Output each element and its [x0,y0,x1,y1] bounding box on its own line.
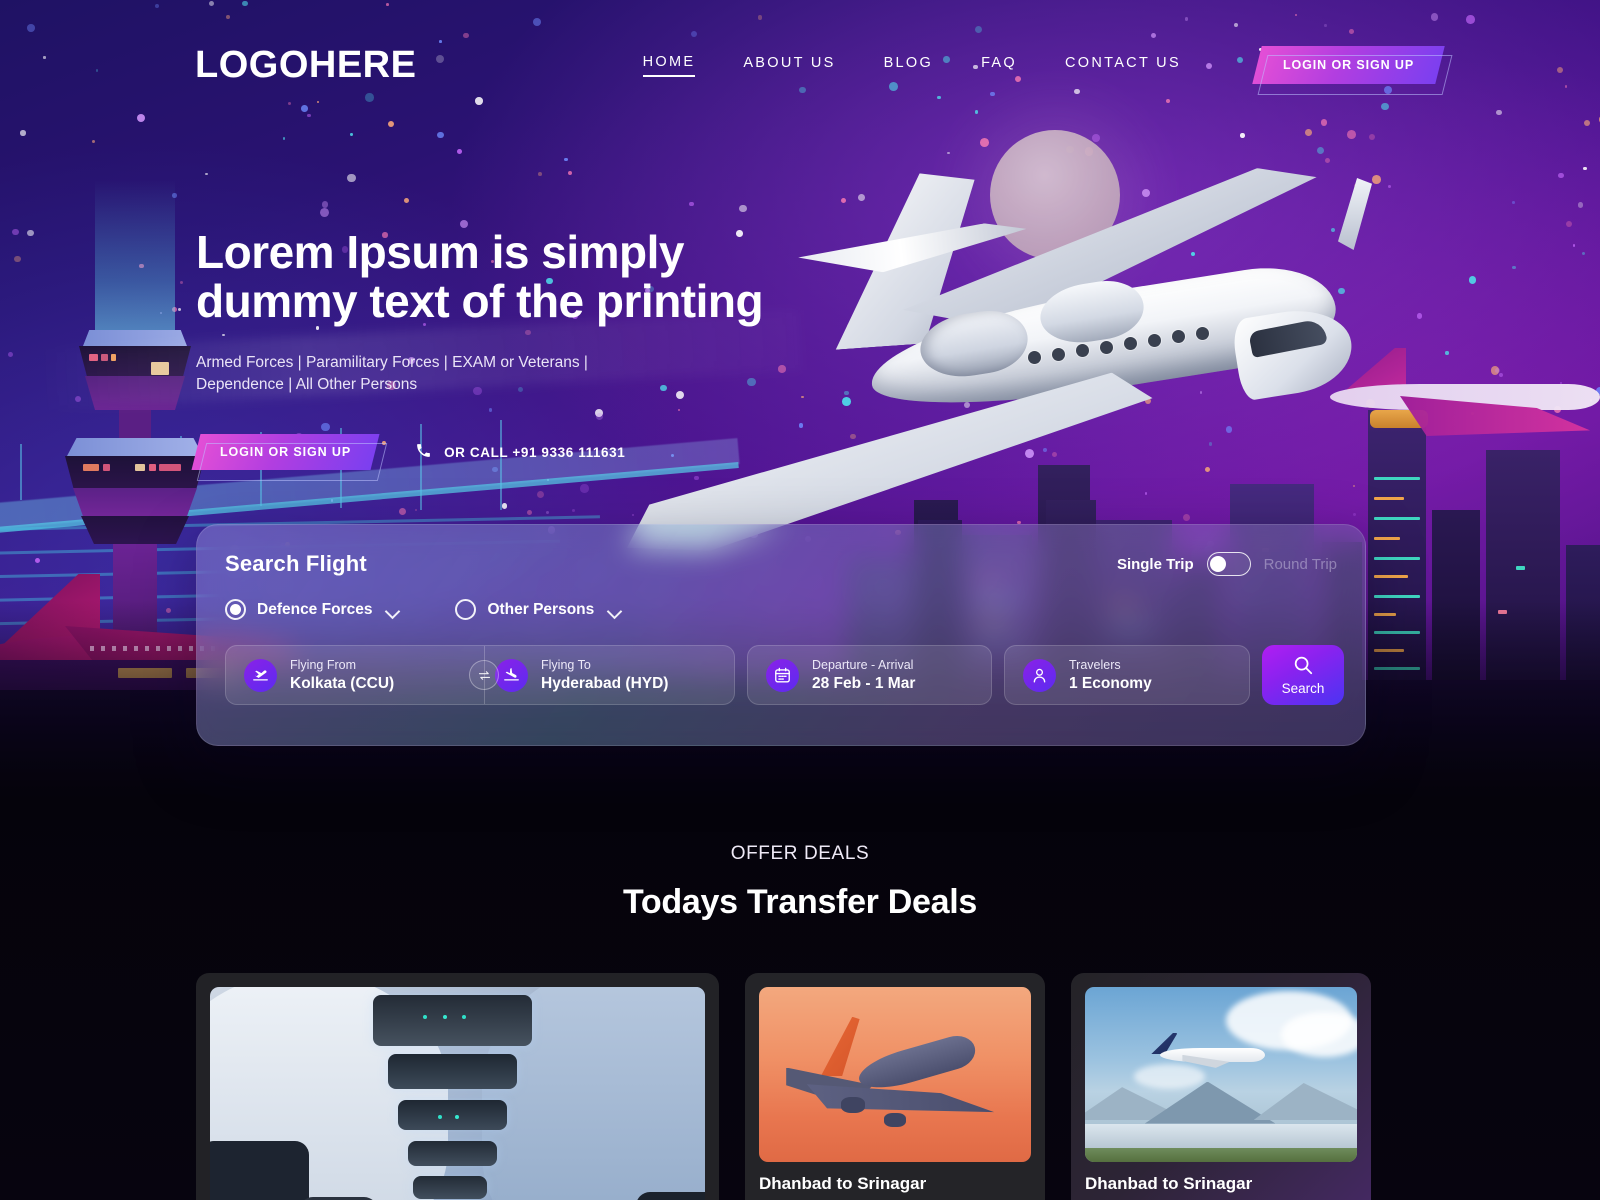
search-flight-panel: Search Flight Single Trip Round Trip Def… [196,524,1366,746]
nav-login-signup-button[interactable]: LOGIN OR SIGN UP [1252,46,1445,84]
search-icon [1292,654,1314,679]
nav-item-blog[interactable]: BLOG [884,55,934,76]
hero-subtext-line-1: Armed Forces | Paramilitary Forces | EXA… [196,353,588,371]
travelers-field[interactable]: Travelers 1 Economy [1004,645,1250,705]
deals-title: Todays Transfer Deals [622,883,977,921]
radio-other-persons[interactable]: Other Persons [455,599,621,620]
nav-item-about-us[interactable]: ABOUT US [743,55,835,76]
radio-other-persons-label: Other Persons [487,600,595,618]
nav-item-contact-us[interactable]: CONTACT US [1065,55,1181,76]
plane-takeoff-icon [244,658,277,692]
hero-subtext-line-2: Dependence | All Other Persons [196,375,418,393]
flying-to-text: Flying To Hyderabad (HYD) [541,658,668,693]
search-panel-header: Search Flight Single Trip Round Trip [225,551,1337,577]
travelers-value: 1 Economy [1069,674,1152,692]
flying-to-field[interactable]: Flying To Hyderabad (HYD) [477,647,734,704]
flying-from-value: Kolkata (CCU) [290,674,395,692]
nav-item-home[interactable]: HOME [642,54,696,77]
nav-login-signup-label: LOGIN OR SIGN UP [1282,58,1414,72]
passenger-type-radios: Defence Forces Other Persons [225,599,1337,620]
flying-to-label: Flying To [541,657,591,672]
radio-defence-forces[interactable]: Defence Forces [225,599,399,620]
flying-from-text: Flying From Kolkata (CCU) [290,658,394,693]
departure-arrival-field[interactable]: Departure - Arrival 28 Feb - 1 Mar [747,645,992,705]
trip-type-toggle[interactable]: Single Trip Round Trip [1117,552,1337,576]
airport-plane [1145,1032,1270,1072]
deal-cards-row: Dhanbad to Srinagar Dhanbad to Srinagar [196,973,1371,1200]
deal-card[interactable] [196,973,719,1200]
hero-subtext: Armed Forces | Paramilitary Forces | EXA… [196,352,836,397]
hero-login-signup-label: LOGIN OR SIGN UP [220,445,352,460]
site-logo[interactable]: LOGOHERE [195,44,416,87]
hero-heading-line-1: Lorem Ipsum is simply [196,226,684,278]
swap-route-button[interactable] [469,646,499,704]
hero-copy: Lorem Ipsum is simply dummy text of the … [191,228,836,471]
airplane-sunset-image [759,987,1031,1162]
trip-toggle-single-label: Single Trip [1116,555,1194,573]
deal-card-thumbnail [759,987,1031,1162]
departure-arrival-label: Departure - Arrival [812,657,914,672]
page-root: LOGOHERE HOME ABOUT US BLOG FAQ CONTACT … [0,0,1600,1200]
hero-call-link[interactable]: OR CALL +91 9336 111631 [415,442,625,462]
deal-card-thumbnail [1085,987,1357,1162]
airplane-cabin-image [210,987,705,1200]
search-button-label: Search [1281,681,1325,696]
plane-landing-icon [495,658,528,692]
radio-other-persons-input[interactable] [455,599,477,620]
deal-card[interactable]: Dhanbad to Srinagar [1071,973,1371,1200]
deal-card-title: Dhanbad to Srinagar [759,1174,927,1193]
flying-to-value: Hyderabad (HYD) [541,674,669,692]
travelers-text: Travelers 1 Economy [1069,658,1152,693]
radio-defence-forces-input[interactable] [225,599,246,620]
flying-from-field[interactable]: Flying From Kolkata (CCU) [226,647,477,704]
hero-call-label: OR CALL +91 9336 111631 [444,444,626,460]
hero-heading-line-2: dummy text of the printing [196,274,764,327]
search-panel-title: Search Flight [225,551,367,576]
user-icon [1023,658,1056,692]
deal-card[interactable]: Dhanbad to Srinagar [745,973,1045,1200]
departure-arrival-text: Departure - Arrival 28 Feb - 1 Mar [812,658,915,693]
flying-from-label: Flying From [290,657,356,672]
radio-defence-forces-label: Defence Forces [257,600,373,618]
airplane-airport-image [1085,987,1357,1162]
departure-arrival-value: 28 Feb - 1 Mar [812,674,916,692]
navbar: LOGOHERE HOME ABOUT US BLOG FAQ CONTACT … [0,0,1600,130]
trip-toggle-round-label: Round Trip [1263,555,1337,573]
hero-heading: Lorem Ipsum is simply dummy text of the … [196,228,836,326]
trip-toggle-switch[interactable] [1206,552,1251,576]
route-field-group: Flying From Kolkata (CCU) Flying To Hyde… [225,645,735,705]
search-fields-row: Flying From Kolkata (CCU) Flying To Hyde… [225,645,1344,705]
deals-eyebrow: OFFER DEALS [730,843,870,864]
nav-links: HOME ABOUT US BLOG FAQ CONTACT US LOGIN … [642,46,1445,84]
hero-login-signup-button[interactable]: LOGIN OR SIGN UP [191,434,380,471]
deal-card-title: Dhanbad to Srinagar [1085,1174,1253,1193]
travelers-label: Travelers [1069,657,1121,672]
search-button[interactable]: Search [1262,645,1344,705]
swap-arrows-icon [469,660,499,690]
trip-toggle-knob [1210,555,1227,572]
chevron-down-icon[interactable] [386,606,399,614]
offer-deals-section: OFFER DEALS Todays Transfer Deals Dhanba… [0,800,1600,1200]
chevron-down-icon[interactable] [608,606,621,614]
hero-cta-row: LOGIN OR SIGN UP OR CALL +91 9336 111631 [191,434,836,471]
nav-item-faq[interactable]: FAQ [981,55,1017,76]
deal-card-thumbnail [210,987,705,1200]
calendar-icon [766,658,799,692]
phone-icon [415,442,432,462]
